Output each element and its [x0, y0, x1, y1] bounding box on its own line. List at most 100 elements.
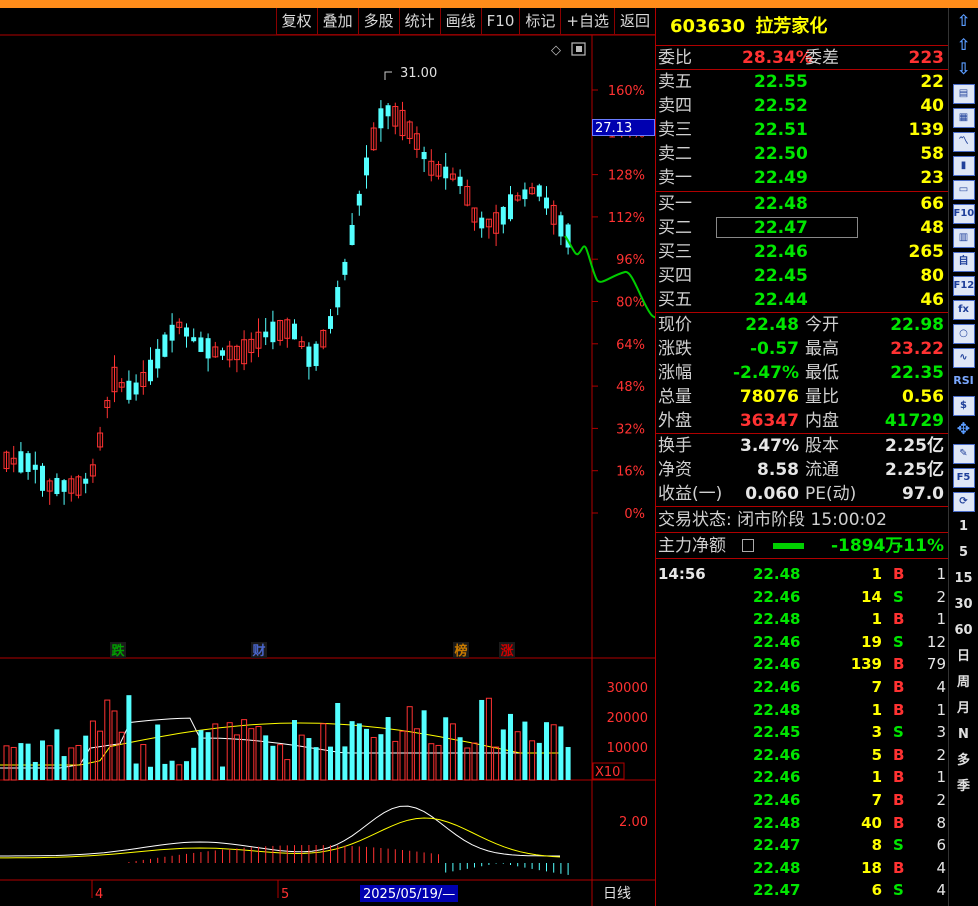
period-button[interactable]: 15 — [953, 568, 975, 590]
move-icon[interactable]: ✥ — [953, 420, 975, 440]
event-marker-2[interactable]: 榜 — [454, 643, 467, 659]
tick-side: B — [893, 790, 905, 809]
volume-bar-up — [435, 744, 442, 781]
arrow-down-icon[interactable]: ⇩ — [953, 60, 975, 80]
grid-icon[interactable]: ▦ — [952, 108, 975, 128]
candle-icon[interactable]: ▮ — [952, 156, 975, 176]
tick-row: 22.47 6 S 4 — [656, 879, 948, 902]
toolbar-button-5[interactable]: F10 — [480, 8, 520, 35]
f12-icon[interactable]: F12 — [952, 276, 975, 296]
period-label[interactable]: 日线 — [603, 886, 631, 902]
ask-label: 卖三 — [658, 120, 692, 140]
volume-bar-down — [421, 710, 427, 780]
list-icon[interactable]: ▤ — [952, 84, 975, 104]
period-button[interactable]: 5 — [953, 542, 975, 564]
fund-value-right: 97.0 — [902, 484, 944, 504]
tick-side: B — [893, 565, 905, 583]
wave-icon[interactable]: ∿ — [952, 348, 975, 368]
toolbar-button-8[interactable]: 返回 — [613, 8, 655, 35]
tick-volume: 139 — [850, 655, 882, 674]
volume-bar-up — [233, 734, 240, 781]
tick-list[interactable]: 14:56 22.48 1 B 1 22.46 14 S 2 22.48 1 B 1 22.46 19 S 12… — [656, 559, 948, 902]
ask-row-4[interactable]: 卖一 22.49 23 — [656, 166, 948, 190]
volume-bar-down — [54, 729, 60, 780]
ask-row-3[interactable]: 卖二 22.50 58 — [656, 142, 948, 166]
arrow-up-double-icon[interactable]: ⇧ — [953, 12, 975, 32]
volume-bar-up — [10, 746, 17, 781]
toolbar-button-1[interactable]: 叠加 — [316, 8, 358, 35]
tick-volume: 6 — [871, 881, 882, 900]
arrow-up-icon[interactable]: ⇧ — [953, 36, 975, 56]
tick-count: 2 — [936, 745, 946, 764]
kline-chart[interactable]: 160%144%128%112%96%80%64%48%32%16%0%31.0… — [0, 8, 655, 906]
bid-price: 22.46 — [754, 242, 808, 262]
stat-value-left: 22.48 — [745, 315, 799, 335]
period-button[interactable]: 日 — [953, 646, 975, 668]
window-icon[interactable]: ▭ — [952, 180, 975, 200]
bid-row-1[interactable]: 买二 22.47 48 — [656, 216, 948, 240]
toolbar-button-4[interactable]: 画线 — [439, 8, 481, 35]
bid-row-3[interactable]: 买四 22.45 80 — [656, 264, 948, 288]
ask-price: 22.52 — [754, 96, 808, 116]
period-button[interactable]: 周 — [953, 672, 975, 694]
event-marker-0[interactable]: 跌 — [111, 643, 125, 659]
main-flow-list-icon[interactable] — [742, 539, 754, 552]
event-marker-1[interactable]: 财 — [252, 643, 265, 659]
ask-row-0[interactable]: 卖五 22.55 22 — [656, 70, 948, 94]
cursor-date: 2025/05/19/— — [363, 887, 455, 902]
tick-row: 22.47 8 S 6 — [656, 834, 948, 857]
tick-volume: 19 — [861, 632, 882, 651]
main-flow-row[interactable]: 主力净额 -1894万 -11% — [656, 533, 948, 559]
circle-icon[interactable]: ○ — [952, 324, 975, 344]
line-chart-icon[interactable]: 〽 — [952, 132, 975, 152]
bid-row-4[interactable]: 买五 22.44 46 — [656, 288, 948, 312]
f5-icon[interactable]: F5 — [952, 468, 975, 488]
toolbar-button-2[interactable]: 多股 — [357, 8, 399, 35]
kline-chart-area[interactable]: 160%144%128%112%96%80%64%48%32%16%0%31.0… — [0, 8, 655, 906]
volume-bar-up — [277, 744, 284, 781]
period-button[interactable]: N — [953, 724, 975, 746]
candle-down — [349, 224, 355, 246]
rsi-icon[interactable]: RSI — [953, 372, 975, 392]
news-icon[interactable]: ▥ — [952, 228, 975, 248]
pencil-icon[interactable]: ✎ — [952, 444, 975, 464]
ask-row-1[interactable]: 卖四 22.52 40 — [656, 94, 948, 118]
period-button[interactable]: 月 — [953, 698, 975, 720]
tick-price: 22.46 — [753, 768, 801, 787]
volume-bar-down — [306, 738, 312, 780]
restore-window-inner — [576, 46, 582, 52]
formula-icon[interactable]: fx — [952, 300, 975, 320]
period-button[interactable]: 多 — [953, 750, 975, 772]
pct-axis-label: 16% — [616, 465, 645, 480]
period-button[interactable]: 60 — [953, 620, 975, 642]
toolbar-button-6[interactable]: 标记 — [519, 8, 561, 35]
volume-bar-down — [133, 763, 139, 780]
period-button[interactable]: 季 — [953, 776, 975, 798]
stat-value-right: 23.22 — [890, 339, 944, 359]
dollar-icon[interactable]: $ — [952, 396, 975, 416]
tick-price: 22.46 — [753, 587, 801, 606]
f10-icon[interactable]: F10 — [952, 204, 975, 224]
diamond-icon[interactable]: ◇ — [551, 43, 561, 58]
event-marker-3[interactable]: 涨 — [499, 644, 513, 659]
volume-bar-up — [68, 747, 75, 781]
stat-value-right: 22.98 — [890, 315, 944, 335]
candle-down — [522, 189, 528, 200]
toolbar-button-0[interactable]: 复权 — [275, 8, 317, 35]
quote-panel: 603630 拉芳家化 委比 28.34% 委差 223 卖五 22.55 22 卖四… — [655, 8, 948, 906]
bid-row-0[interactable]: 买一 22.48 66 — [656, 192, 948, 216]
volume-bar-up — [284, 759, 291, 781]
tick-count: 4 — [936, 858, 946, 877]
stat-value-left: -2.47% — [732, 363, 799, 383]
candle-down — [457, 176, 463, 187]
stock-title[interactable]: 603630 拉芳家化 — [656, 8, 948, 46]
period-button[interactable]: 30 — [953, 594, 975, 616]
period-button[interactable]: 1 — [953, 516, 975, 538]
toolbar-button-7[interactable]: +自选 — [560, 8, 614, 35]
volume-bar-down — [155, 724, 161, 780]
refresh-icon[interactable]: ⟳ — [952, 492, 975, 512]
self-select-icon[interactable]: 自 — [952, 252, 975, 272]
ask-row-2[interactable]: 卖三 22.51 139 — [656, 118, 948, 142]
bid-row-2[interactable]: 买三 22.46 265 — [656, 240, 948, 264]
toolbar-button-3[interactable]: 统计 — [398, 8, 440, 35]
